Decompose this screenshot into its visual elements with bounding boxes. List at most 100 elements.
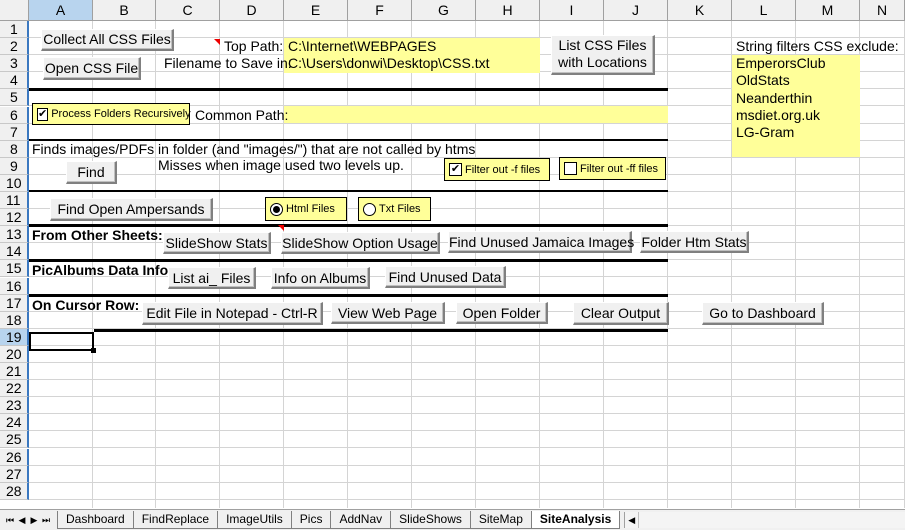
find-unused-data-button[interactable]: Find Unused Data: [385, 266, 506, 288]
info-on-albums-button[interactable]: Info on Albums: [271, 267, 370, 289]
row-header-19[interactable]: 19: [0, 328, 29, 346]
filter-item[interactable]: LG-Gram: [736, 124, 794, 141]
column-header-G[interactable]: G: [412, 0, 476, 21]
radio-selected-icon: [270, 202, 283, 216]
row-header-16[interactable]: 16: [0, 277, 29, 295]
txt-files-radio[interactable]: Txt Files: [358, 197, 431, 221]
next-sheet-icon[interactable]: ▶: [28, 515, 40, 526]
find-open-ampersands-button[interactable]: Find Open Ampersands: [50, 198, 213, 221]
folder-htm-stats-button[interactable]: Folder Htm Stats: [640, 231, 749, 253]
slideshow-stats-button[interactable]: SlideShow Stats: [163, 232, 271, 254]
column-header-N[interactable]: N: [860, 0, 905, 21]
process-recursively-checkbox[interactable]: ✔ Process Folders Recursively: [32, 103, 191, 125]
comment-marker[interactable]: [214, 39, 220, 45]
scroll-left-icon[interactable]: ◀: [625, 512, 640, 528]
comment-marker[interactable]: [278, 225, 284, 231]
filter-item[interactable]: OldStats: [736, 72, 790, 89]
row-header-28[interactable]: 28: [0, 482, 29, 500]
prev-sheet-icon[interactable]: ◀: [16, 515, 28, 526]
process-recursively-label: Process Folders Recursively: [51, 108, 191, 120]
column-header-A[interactable]: A: [29, 0, 93, 21]
row-header-23[interactable]: 23: [0, 397, 29, 415]
select-all-corner[interactable]: [0, 0, 29, 21]
last-sheet-icon[interactable]: ⏭: [40, 515, 52, 526]
row-header-3[interactable]: 3: [0, 55, 29, 73]
common-path-field[interactable]: [284, 106, 668, 123]
tab-dashboard[interactable]: Dashboard: [57, 511, 134, 529]
row-header-17[interactable]: 17: [0, 294, 29, 312]
column-header-B[interactable]: B: [93, 0, 156, 21]
list-ai-files-button[interactable]: List ai_ Files: [168, 267, 256, 289]
column-header-E[interactable]: E: [284, 0, 348, 21]
first-sheet-icon[interactable]: ⏮: [4, 515, 16, 526]
tab-sitemap[interactable]: SiteMap: [469, 511, 532, 529]
selected-cell-A19[interactable]: [29, 332, 94, 351]
collect-all-css-button[interactable]: Collect All CSS Files: [41, 29, 174, 51]
filter-item[interactable]: msdiet.org.uk: [736, 107, 820, 124]
row-header-7[interactable]: 7: [0, 123, 29, 141]
filter-ff-files-checkbox[interactable]: Filter out -ff files: [559, 157, 666, 180]
column-header-H[interactable]: H: [476, 0, 540, 21]
row-header-4[interactable]: 4: [0, 72, 29, 90]
find-unused-jamaica-images-button[interactable]: Find Unused Jamaica Images: [448, 231, 634, 253]
row-header-22[interactable]: 22: [0, 380, 29, 398]
column-header-C[interactable]: C: [156, 0, 220, 21]
tab-slideshows[interactable]: SlideShows: [390, 511, 471, 529]
open-folder-button[interactable]: Open Folder: [456, 302, 548, 324]
row-header-12[interactable]: 12: [0, 209, 29, 227]
view-web-page-button[interactable]: View Web Page: [331, 302, 445, 324]
horizontal-scrollbar[interactable]: ◀: [624, 512, 905, 528]
save-filename-value[interactable]: C:\Users\donwi\Desktop\CSS.txt: [288, 55, 490, 72]
misses-text: Misses when image used two levels up.: [158, 157, 404, 173]
row-header-9[interactable]: 9: [0, 157, 29, 175]
row-header-10[interactable]: 10: [0, 174, 29, 192]
row-header-27[interactable]: 27: [0, 465, 29, 483]
filter-item[interactable]: Neanderthin: [736, 90, 812, 107]
row-header-5[interactable]: 5: [0, 89, 29, 107]
column-header-M[interactable]: M: [796, 0, 860, 21]
tab-addnav[interactable]: AddNav: [330, 511, 392, 529]
section-divider: [29, 88, 668, 91]
column-header-L[interactable]: L: [732, 0, 796, 21]
row-header-26[interactable]: 26: [0, 448, 29, 466]
row-header-13[interactable]: 13: [0, 226, 29, 244]
spreadsheet-grid[interactable]: ABCDEFGHIJKLMN 1 2 3 4 5 6 7 8 9 10 11 12 13 14 15 16 17…: [0, 0, 905, 508]
row-header-14[interactable]: 14: [0, 243, 29, 261]
clear-output-button[interactable]: Clear Output: [573, 302, 669, 325]
row-header-11[interactable]: 11: [0, 192, 29, 209]
column-header-I[interactable]: I: [540, 0, 604, 21]
sheet-tab-bar: ⏮ ◀ ▶ ⏭ Dashboard FindReplace ImageUtils…: [0, 509, 905, 530]
tab-siteanalysis[interactable]: SiteAnalysis: [530, 511, 621, 529]
from-other-sheets-label: From Other Sheets:: [32, 227, 163, 243]
column-header-J[interactable]: J: [604, 0, 668, 21]
tab-pics[interactable]: Pics: [290, 511, 332, 529]
row-header-24[interactable]: 24: [0, 414, 29, 432]
row-header-25[interactable]: 25: [0, 431, 29, 449]
top-path-value[interactable]: C:\Internet\WEBPAGES: [288, 38, 436, 55]
tab-imageutils[interactable]: ImageUtils: [217, 511, 292, 529]
filters-title: String filters CSS exclude:: [736, 38, 899, 54]
html-files-radio[interactable]: Html Files: [265, 197, 347, 221]
row-header-1[interactable]: 1: [0, 21, 29, 38]
column-header-D[interactable]: D: [220, 0, 284, 21]
column-header-F[interactable]: F: [348, 0, 412, 21]
filter-f-files-checkbox[interactable]: ✔ Filter out -f files: [444, 158, 550, 181]
column-header-K[interactable]: K: [668, 0, 732, 21]
row-header-6[interactable]: 6: [0, 106, 29, 124]
row-header-20[interactable]: 20: [0, 345, 29, 363]
gridline: [29, 481, 905, 483]
list-css-files-button[interactable]: List CSS Files with Locations: [551, 35, 655, 75]
row-header-18[interactable]: 18: [0, 311, 29, 329]
open-css-file-button[interactable]: Open CSS File: [43, 57, 141, 80]
row-header-15[interactable]: 15: [0, 260, 29, 278]
edit-file-notepad-button[interactable]: Edit File in Notepad - Ctrl-R: [142, 302, 323, 325]
row-header-2[interactable]: 2: [0, 38, 29, 56]
row-header-21[interactable]: 21: [0, 363, 29, 380]
find-button[interactable]: Find: [66, 161, 117, 184]
go-to-dashboard-button[interactable]: Go to Dashboard: [702, 302, 824, 325]
tab-findreplace[interactable]: FindReplace: [132, 511, 219, 529]
filter-item[interactable]: EmperorsClub: [736, 55, 825, 72]
row-header-8[interactable]: 8: [0, 140, 29, 158]
slideshow-option-usage-button[interactable]: SlideShow Option Usage: [281, 232, 440, 254]
fill-handle[interactable]: [91, 348, 96, 353]
